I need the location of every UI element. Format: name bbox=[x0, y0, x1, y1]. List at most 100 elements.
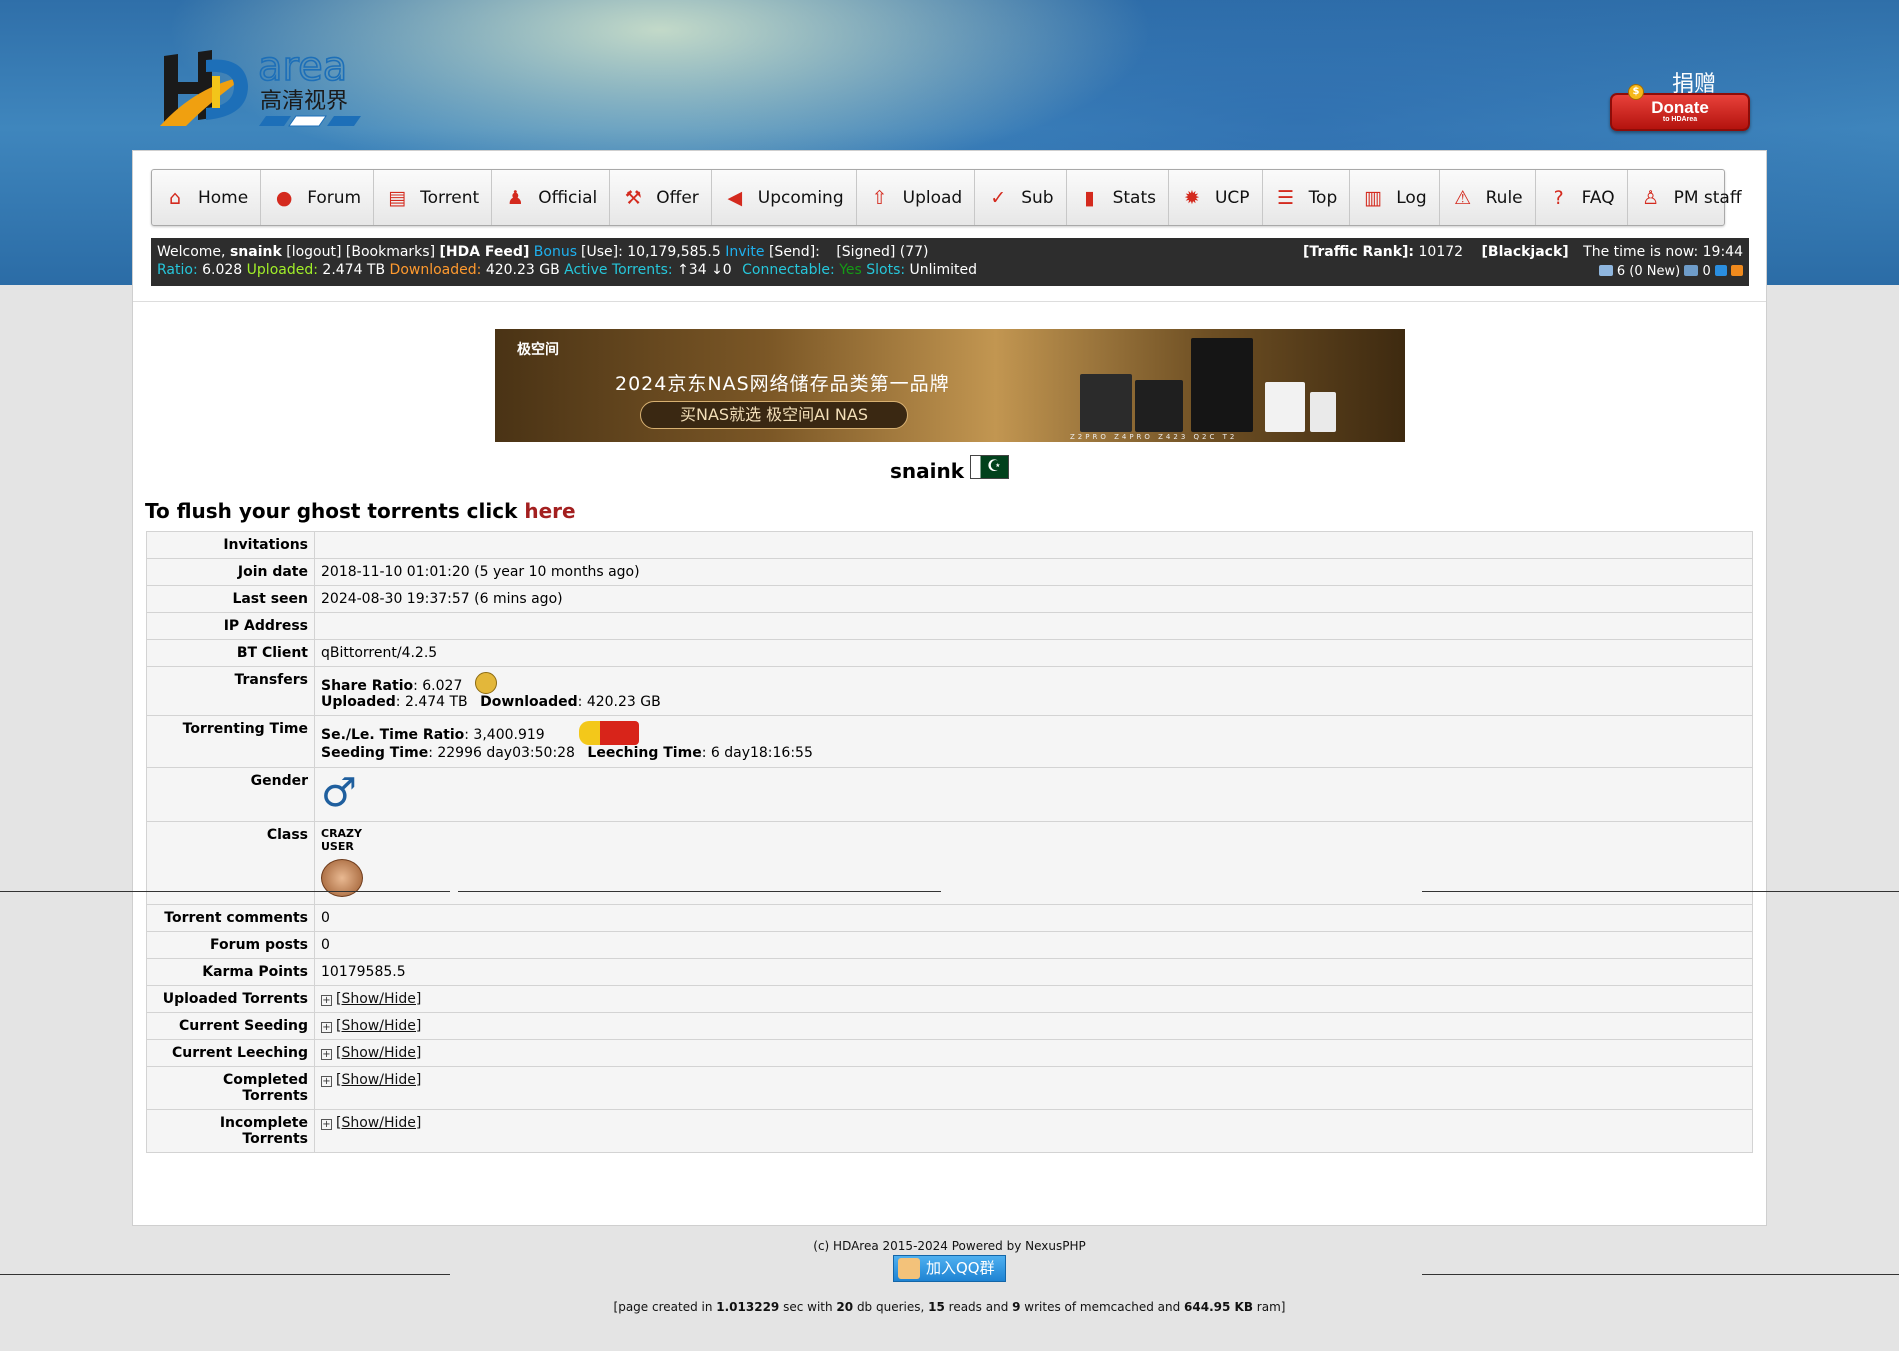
table-row: Current Leeching + [Show/Hide] bbox=[146, 1039, 1753, 1067]
nav-rule[interactable]: ⚠ Rule bbox=[1440, 170, 1536, 225]
nav-label: UCP bbox=[1214, 187, 1250, 208]
info-right-2: 6 (0 New) 0 bbox=[1598, 264, 1743, 279]
time-ratio-label: Se./Le. Time Ratio bbox=[321, 727, 465, 743]
downloaded-label: Downloaded: bbox=[389, 262, 482, 278]
nav-upload[interactable]: ⇧ Upload bbox=[857, 170, 976, 225]
friends-icon[interactable] bbox=[1714, 265, 1727, 276]
stats-text: db queries, bbox=[853, 1300, 929, 1314]
share-ratio-value: : 6.027 bbox=[413, 678, 463, 694]
bookmarks-link[interactable]: [Bookmarks] bbox=[346, 244, 435, 260]
row-value: 10179585.5 bbox=[314, 958, 1753, 986]
banner-headline: 2024京东NAS网络储存品类第一品牌 bbox=[615, 373, 950, 395]
nav-home[interactable]: ⌂ Home bbox=[152, 170, 262, 225]
nav-offer[interactable]: ⚒ Offer bbox=[610, 170, 712, 225]
table-row: Karma Points 10179585.5 bbox=[146, 958, 1753, 986]
main-container: ⌂ Home ● Forum ▤ Torrent ♟ Official ⚒ Offer ◀ Upcom… bbox=[132, 150, 1767, 1226]
expand-icon[interactable]: + bbox=[321, 1119, 332, 1130]
show-hide-link[interactable]: [Show/Hide] bbox=[336, 1115, 421, 1131]
rss-icon[interactable] bbox=[1731, 265, 1743, 276]
ad-banner[interactable]: 极空间 2024京东NAS网络储存品类第一品牌 买NAS就选 极空间AI NAS… bbox=[495, 329, 1405, 442]
bonus-label: Bonus bbox=[533, 244, 578, 260]
nav-forum[interactable]: ● Forum bbox=[261, 170, 375, 225]
table-row: Uploaded Torrents + [Show/Hide] bbox=[146, 985, 1753, 1013]
expand-icon[interactable]: + bbox=[321, 1049, 332, 1060]
stats-text: reads and bbox=[944, 1300, 1013, 1314]
table-row: Class CRAZY USER bbox=[146, 821, 1753, 905]
nav-label: Offer bbox=[656, 187, 699, 208]
footer-copyright: (c) HDArea 2015-2024 Powered by NexusPHP bbox=[813, 1239, 1086, 1253]
expand-icon[interactable]: + bbox=[321, 995, 332, 1006]
nav-log[interactable]: ▥ Log bbox=[1350, 170, 1440, 225]
megaphone-icon: ◀ bbox=[727, 186, 743, 209]
traffic-rank-link[interactable]: [Traffic Rank]: bbox=[1303, 244, 1414, 260]
row-label: Completed Torrents bbox=[146, 1066, 315, 1110]
chart-icon: ▮ bbox=[1084, 186, 1095, 209]
active-up-arrow: ↑34 bbox=[677, 262, 707, 278]
row-label: Transfers bbox=[146, 666, 315, 716]
hda-feed-link[interactable]: [HDA Feed] bbox=[439, 244, 529, 260]
table-row: Torrent comments 0 bbox=[146, 904, 1753, 932]
donate-sub-label: to HDArea bbox=[1662, 116, 1698, 123]
time-value: 19:44 bbox=[1702, 244, 1743, 260]
site-logo[interactable]: area 高清视界 bbox=[156, 46, 371, 131]
stats-reads: 15 bbox=[928, 1300, 945, 1314]
join-qq-button[interactable]: 加入QQ群 bbox=[893, 1255, 1006, 1282]
uploaded-value: : 2.474 TB bbox=[395, 694, 468, 710]
row-label: Forum posts bbox=[146, 931, 315, 959]
nav-official[interactable]: ♟ Official bbox=[492, 170, 611, 225]
show-hide-link[interactable]: [Show/Hide] bbox=[336, 1072, 421, 1088]
traffic-rank-value: 10172 bbox=[1418, 244, 1464, 260]
row-label: Torrent comments bbox=[146, 904, 315, 932]
nas-device-image bbox=[1310, 392, 1336, 432]
row-value: + [Show/Hide] bbox=[314, 1039, 1753, 1067]
divider-line bbox=[458, 891, 941, 892]
nav-label: FAQ bbox=[1581, 187, 1615, 208]
logout-link[interactable]: [logout] bbox=[286, 244, 341, 260]
expand-icon[interactable]: + bbox=[321, 1076, 332, 1087]
nav-label: Forum bbox=[307, 187, 362, 208]
gavel-icon: ⚒ bbox=[624, 186, 642, 209]
nav-pm-staff[interactable]: ♙ PM staff bbox=[1628, 170, 1754, 225]
uploaded-label: Uploaded bbox=[321, 694, 396, 710]
row-label: Last seen bbox=[146, 585, 315, 613]
donate-button[interactable]: 捐赠 Donate to HDArea $ bbox=[1608, 62, 1750, 132]
nav-stats[interactable]: ▮ Stats bbox=[1067, 170, 1169, 225]
inbox-icon[interactable] bbox=[1598, 265, 1613, 276]
ratio-value: 6.028 bbox=[202, 262, 243, 278]
active-torrents-label: Active Torrents: bbox=[564, 262, 673, 278]
info-right-1: [Traffic Rank]: 10172 [Blackjack] The ti… bbox=[1303, 244, 1743, 260]
show-hide-link[interactable]: [Show/Hide] bbox=[336, 991, 421, 1007]
username-link[interactable]: snaink bbox=[230, 244, 282, 260]
blackjack-link[interactable]: [Blackjack] bbox=[1482, 244, 1569, 260]
show-hide-link[interactable]: [Show/Hide] bbox=[336, 1018, 421, 1034]
qq-group-icon bbox=[898, 1258, 920, 1279]
uploaded-value: 2.474 TB bbox=[322, 262, 386, 278]
nav-sub[interactable]: ✓ Sub bbox=[975, 170, 1067, 225]
sentbox-icon[interactable] bbox=[1684, 265, 1699, 276]
show-hide-link[interactable]: [Show/Hide] bbox=[336, 1045, 421, 1061]
svg-text:高清视界: 高清视界 bbox=[260, 89, 348, 114]
stats-time: 1.013229 bbox=[716, 1300, 780, 1314]
person-icon: ♟ bbox=[506, 186, 524, 209]
home-icon: ⌂ bbox=[168, 186, 182, 209]
nav-ucp[interactable]: ✹ UCP bbox=[1169, 170, 1263, 225]
invite-send-link[interactable]: [Send]: bbox=[769, 244, 820, 260]
sentbox-count[interactable]: 0 bbox=[1702, 264, 1710, 279]
join-qq-label: 加入QQ群 bbox=[926, 1259, 995, 1277]
expand-icon[interactable]: + bbox=[321, 1022, 332, 1033]
row-label: Current Leeching bbox=[146, 1039, 315, 1067]
row-label: Class bbox=[146, 821, 315, 905]
nav-top[interactable]: ☰ Top bbox=[1263, 170, 1351, 225]
nav-upcoming[interactable]: ◀ Upcoming bbox=[712, 170, 857, 225]
nav-label: Upload bbox=[902, 187, 963, 208]
inbox-count[interactable]: 6 (0 New) bbox=[1617, 264, 1680, 279]
row-label: BT Client bbox=[146, 639, 315, 667]
nav-faq[interactable]: ? FAQ bbox=[1536, 170, 1628, 225]
signed-link[interactable]: [Signed] bbox=[836, 244, 895, 260]
main-nav: ⌂ Home ● Forum ▤ Torrent ♟ Official ⚒ Offer ◀ Upcom… bbox=[151, 169, 1742, 226]
nav-torrent[interactable]: ▤ Torrent bbox=[374, 170, 493, 225]
svg-text:area: area bbox=[258, 46, 347, 90]
uploaded-label: Uploaded: bbox=[246, 262, 318, 278]
flush-here-link[interactable]: here bbox=[524, 499, 575, 523]
bonus-use-link[interactable]: [Use]: 10,179,585.5 bbox=[581, 244, 721, 260]
